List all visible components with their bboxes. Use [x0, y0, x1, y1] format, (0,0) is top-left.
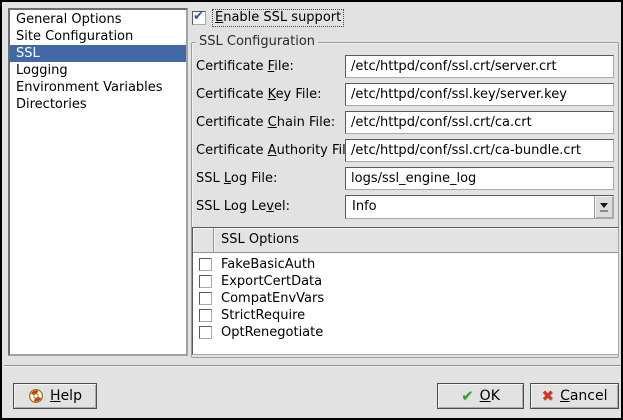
ssl-log-level-select[interactable]: Info	[345, 195, 614, 219]
ssl-options-table-header: SSL Options	[193, 228, 618, 253]
ssl-option-row-compatenvvars[interactable]: CompatEnvVars	[193, 290, 618, 307]
enable-ssl-row: Enable SSL support	[192, 9, 344, 27]
exportcertdata-checkbox[interactable]	[199, 275, 212, 288]
ssl-configuration-frame-title: SSL Configuration	[196, 34, 318, 49]
optrenegotiate-checkbox[interactable]	[199, 326, 212, 339]
fakebasicauth-label: FakeBasicAuth	[212, 257, 315, 272]
cancel-button-label: Cancel	[560, 388, 607, 404]
ssl-option-row-exportcertdata[interactable]: ExportCertData	[193, 273, 618, 290]
certificate-chain-file-row: Certificate Chain File:	[196, 111, 620, 134]
certificate-authority-file-row: Certificate Authority File:	[196, 139, 620, 162]
help-button-label: Help	[50, 388, 82, 404]
ok-button[interactable]: ✔ OK	[437, 383, 524, 409]
sidebar-item-site-configuration[interactable]: Site Configuration	[10, 28, 186, 45]
lifebuoy-icon	[28, 388, 44, 404]
chevron-down-icon	[600, 203, 608, 208]
cancel-button[interactable]: ✖ Cancel	[530, 383, 619, 409]
strictrequire-checkbox[interactable]	[199, 309, 212, 322]
sidebar-item-environment-variables[interactable]: Environment Variables	[10, 79, 186, 96]
ssl-option-row-strictrequire[interactable]: StrictRequire	[193, 307, 618, 324]
ssl-log-file-row: SSL Log File:	[196, 167, 620, 190]
sidebar-item-general-options[interactable]: General Options	[10, 11, 186, 28]
certificate-file-label: Certificate File:	[196, 55, 294, 78]
sidebar-item-logging[interactable]: Logging	[10, 62, 186, 79]
sidebar-item-directories[interactable]: Directories	[10, 96, 186, 113]
certificate-key-file-row: Certificate Key File:	[196, 83, 620, 106]
enable-ssl-label[interactable]: Enable SSL support	[212, 9, 344, 27]
certificate-file-row: Certificate File:	[196, 55, 620, 78]
ssl-option-row-fakebasicauth[interactable]: FakeBasicAuth	[193, 256, 618, 273]
chevron-down-icon-bar	[600, 210, 608, 212]
ssl-log-level-dropdown-button[interactable]	[594, 196, 613, 218]
exportcertdata-label: ExportCertData	[212, 274, 322, 289]
ssl-log-file-input[interactable]	[345, 167, 614, 190]
button-area-separator	[4, 365, 623, 367]
ssl-log-level-label: SSL Log Level:	[196, 195, 290, 218]
ssl-options-table: SSL Options FakeBasicAuth ExportCertData…	[192, 227, 619, 355]
sidebar-item-ssl[interactable]: SSL	[10, 45, 186, 62]
optrenegotiate-label: OptRenegotiate	[212, 325, 323, 340]
options-column-header[interactable]: SSL Options	[214, 228, 618, 253]
httpd-ssl-config-window: General Options Site Configuration SSL L…	[0, 0, 623, 420]
enable-ssl-checkbox[interactable]	[192, 11, 206, 25]
certificate-key-file-input[interactable]	[345, 83, 614, 106]
certificate-authority-file-input[interactable]	[345, 139, 614, 162]
certificate-chain-file-input[interactable]	[345, 111, 614, 134]
options-checkbox-column-header[interactable]	[193, 228, 214, 253]
compatenvvars-checkbox[interactable]	[199, 292, 212, 305]
compatenvvars-label: CompatEnvVars	[212, 291, 324, 306]
ssl-option-row-optrenegotiate[interactable]: OptRenegotiate	[193, 324, 618, 341]
ssl-options-table-body: FakeBasicAuth ExportCertData CompatEnvVa…	[193, 253, 618, 341]
check-icon: ✔	[461, 389, 474, 404]
help-button[interactable]: Help	[13, 383, 97, 409]
certificate-chain-file-label: Certificate Chain File:	[196, 111, 335, 134]
category-list: General Options Site Configuration SSL L…	[8, 8, 188, 356]
certificate-key-file-label: Certificate Key File:	[196, 83, 322, 106]
ssl-log-file-label: SSL Log File:	[196, 167, 277, 190]
certificate-authority-file-label: Certificate Authority File:	[196, 139, 358, 162]
strictrequire-label: StrictRequire	[212, 308, 305, 323]
ssl-log-level-value: Info	[346, 196, 594, 218]
fakebasicauth-checkbox[interactable]	[199, 258, 212, 271]
ssl-log-level-row: SSL Log Level: Info	[196, 195, 620, 218]
certificate-file-input[interactable]	[345, 55, 614, 78]
x-icon: ✖	[541, 389, 554, 404]
ok-button-label: OK	[480, 388, 500, 404]
